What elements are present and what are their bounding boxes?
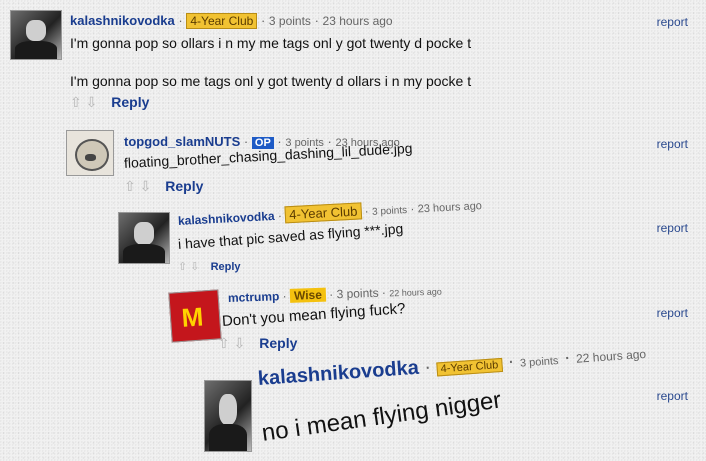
comment-body-line: no i mean flying nigger <box>260 386 503 447</box>
reply-button[interactable]: Reply <box>165 178 203 194</box>
user-flair-badge: Wise <box>289 287 327 303</box>
comment-body-line: I'm gonna pop so ollars i n my me tags o… <box>70 35 472 51</box>
user-flair-badge: 4-Year Club <box>436 357 503 377</box>
points: 3 points <box>268 14 311 28</box>
username[interactable]: topgod_slamNUTS <box>124 134 240 149</box>
username[interactable]: kalashnikovodka <box>178 209 275 228</box>
username[interactable]: kalashnikovodka <box>70 13 175 28</box>
report-link[interactable]: report <box>657 221 688 235</box>
vote-arrows-icon[interactable]: ⇧ ⇩ <box>124 178 151 194</box>
reply-button[interactable]: Reply <box>259 335 297 351</box>
timestamp: 23 hours ago <box>322 14 393 28</box>
report-link[interactable]: report <box>657 389 688 403</box>
username[interactable]: mctrump <box>228 289 280 305</box>
timestamp: 22 hours ago <box>389 286 442 299</box>
user-flair-badge: 4-Year Club <box>284 202 362 224</box>
report-link[interactable]: report <box>657 306 688 320</box>
user-flair-badge: 4-Year Club <box>186 13 258 29</box>
user-avatar[interactable] <box>204 380 252 452</box>
comment-1: kalashnikovodka · 4-Year Club · 3 points… <box>0 0 706 115</box>
comment-3: kalashnikovodka · 4-Year Club · 3 points… <box>0 200 706 285</box>
points: 3 points <box>371 205 408 218</box>
comment-body-line: Don't you mean flying fuck? <box>221 300 406 330</box>
points: 3 points <box>519 355 559 370</box>
user-avatar[interactable] <box>118 212 170 264</box>
report-link[interactable]: report <box>657 137 688 151</box>
timestamp: 23 hours ago <box>417 200 483 216</box>
vote-arrows-icon[interactable]: ⇧ ⇩ <box>218 335 245 351</box>
reply-button[interactable]: Reply <box>211 261 241 273</box>
timestamp: 22 hours ago <box>575 346 647 366</box>
points: 3 points <box>336 285 379 302</box>
report-link[interactable]: report <box>657 15 688 29</box>
vote-arrows-icon[interactable]: ⇧ ⇩ <box>178 261 200 273</box>
comment-2: topgod_slamNUTS · OP · 3 points · 23 hou… <box>0 120 706 200</box>
user-avatar[interactable] <box>66 130 114 176</box>
vote-arrows-icon[interactable]: ⇧ ⇩ <box>70 94 97 110</box>
comment-body-line: I'm gonna pop so me tags onl y got twent… <box>70 73 472 89</box>
comment-5: kalashnikovodka · 4-Year Club · 3 points… <box>0 346 706 461</box>
user-avatar[interactable]: M <box>168 289 222 343</box>
user-avatar[interactable] <box>10 10 62 60</box>
reply-button[interactable]: Reply <box>111 94 149 110</box>
